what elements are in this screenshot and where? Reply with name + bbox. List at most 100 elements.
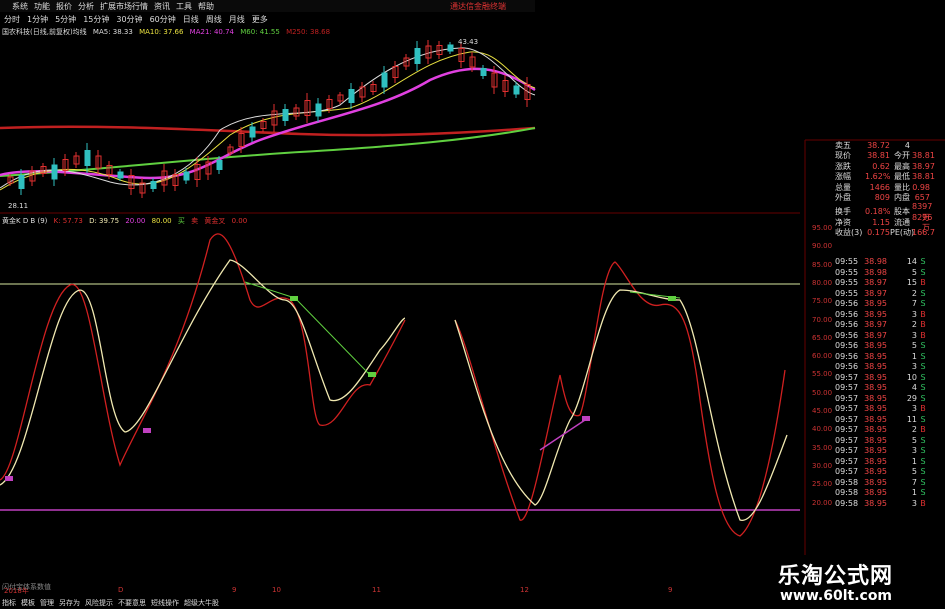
trade-row: 09:56 38.95 7 S	[835, 299, 945, 310]
bottom-tab-1[interactable]: 模板	[21, 598, 35, 608]
trade-row: 09:56 38.95 1 S	[835, 352, 945, 363]
trade-cell: 38.95	[864, 446, 887, 455]
indicator-label: 闪付宝体系数值	[2, 583, 51, 591]
quote-cell: 0.175	[867, 228, 890, 238]
price-high-mark: 43.43	[458, 38, 478, 46]
candle-body	[183, 171, 190, 181]
trade-cell: 3	[911, 362, 917, 371]
bottom-tabs: 指标 模板 管理 另存为 风险提示 不要意思 短线操作 超级大牛股	[0, 596, 802, 609]
trade-cell: 09:56	[835, 320, 859, 329]
y-tick: 85.00	[812, 260, 833, 269]
signal-marker-2	[368, 372, 376, 377]
trade-row: 09:57 38.95 11 S	[835, 415, 945, 426]
quote-cell: 809	[874, 192, 890, 202]
trade-cell: 3	[911, 330, 917, 340]
quote-row: 涨幅 1.62% 最低 38.81	[835, 172, 945, 182]
trade-cell: S	[920, 288, 926, 298]
trade-cell: S	[920, 414, 926, 424]
candle-body	[117, 171, 124, 179]
quote-cell: 0.62	[872, 161, 890, 171]
y-tick: 50.00	[812, 388, 833, 397]
trade-cell: S	[920, 362, 926, 371]
trade-cell: 38.95	[864, 498, 887, 508]
trade-cell: 15	[906, 278, 917, 287]
y-tick: 75.00	[812, 297, 833, 306]
quote-row: 收益(3) 0.175 PE(动) 166.7	[835, 228, 945, 238]
trade-cell: 09:56	[835, 351, 859, 361]
candle-body	[348, 89, 355, 103]
trade-cell: 09:58	[835, 498, 859, 508]
candle-body	[216, 160, 223, 170]
quote-cell: 净资	[835, 217, 851, 227]
y-tick: 70.00	[812, 315, 833, 324]
trade-cell: 3	[911, 446, 917, 455]
trade-cell: 38.97	[864, 278, 887, 287]
signal-marker-3	[143, 428, 151, 433]
trade-cell: 11	[906, 414, 917, 424]
trade-cell: 09:57	[835, 404, 859, 413]
y-tick: 35.00	[812, 443, 833, 452]
trade-cell: 09:56	[835, 299, 859, 308]
bottom-tab-3[interactable]: 另存为	[59, 598, 80, 608]
bottom-tab-5[interactable]: 不要意思	[118, 598, 146, 608]
trade-row: 09:57 38.95 3 B	[835, 404, 945, 415]
trade-cell: B	[920, 498, 926, 508]
trade-cell: 09:56	[835, 362, 859, 371]
trade-cell: 09:57	[835, 372, 859, 382]
candle-body	[150, 181, 157, 189]
quote-row: 净资 1.15 流通 8296万	[835, 213, 945, 232]
bottom-tab-6[interactable]: 短线操作	[151, 598, 179, 608]
trade-cell: B	[920, 320, 926, 329]
trade-cell: 7	[911, 477, 917, 487]
quote-row: 总量 1466 量比 0.98	[835, 183, 945, 193]
trade-row: 09:56 38.95 5 S	[835, 341, 945, 352]
trade-cell: 38.95	[864, 372, 887, 382]
quote-cell: 38.81	[912, 151, 935, 161]
trade-row: 09:57 38.95 10 S	[835, 373, 945, 384]
trade-cell: 5	[911, 467, 917, 476]
date-label: 11	[372, 586, 381, 594]
trade-cell: S	[920, 383, 926, 392]
trade-row: 09:57 38.95 5 S	[835, 436, 945, 447]
trade-cell: 09:57	[835, 446, 859, 455]
candle-body	[480, 68, 487, 76]
trade-cell: S	[920, 456, 926, 466]
ma21-line	[0, 67, 536, 180]
y-tick: 25.00	[812, 480, 833, 489]
trade-cell: 09:55	[835, 278, 859, 287]
trade-cell: 5	[911, 267, 917, 277]
trade-cell: 5	[911, 341, 917, 350]
candle-body	[414, 48, 421, 64]
trade-cell: S	[920, 467, 926, 476]
trade-cell: 09:58	[835, 477, 859, 487]
trade-cell: B	[920, 425, 926, 434]
bottom-tab-7[interactable]: 超级大牛股	[184, 598, 219, 608]
trade-cell: 09:58	[835, 488, 859, 497]
signal-marker-5	[668, 296, 676, 301]
trade-row: 09:56 38.97 2 B	[835, 320, 945, 331]
trade-cell: 09:57	[835, 456, 859, 466]
trade-cell: 38.95	[864, 351, 887, 361]
bottom-tab-2[interactable]: 管理	[40, 598, 54, 608]
ma60-line	[0, 127, 536, 177]
trade-cell: S	[920, 435, 926, 445]
trade-cell: 09:56	[835, 330, 859, 340]
trade-row: 09:58 38.95 7 S	[835, 478, 945, 489]
bottom-tab-0[interactable]: 指标	[2, 598, 16, 608]
trade-cell: B	[920, 309, 926, 319]
candle-body	[84, 150, 91, 166]
trade-cell: 09:56	[835, 341, 859, 350]
trade-cell: 2	[911, 425, 917, 434]
trade-cell: 3	[911, 498, 917, 508]
trade-cell: 09:56	[835, 309, 859, 319]
trade-cell: 38.98	[864, 257, 887, 266]
trade-cell: 1	[911, 351, 917, 361]
price-low-mark: 28.11	[8, 202, 28, 210]
watermark-url: www.60lt.com	[780, 588, 893, 604]
trade-cell: 38.95	[864, 414, 887, 424]
trade-cell: 38.95	[864, 383, 887, 392]
trade-cell: 09:55	[835, 288, 859, 298]
chart-cutout	[405, 300, 455, 320]
trade-row: 09:58 38.95 1 S	[835, 488, 945, 499]
bottom-tab-4[interactable]: 风险提示	[85, 598, 113, 608]
